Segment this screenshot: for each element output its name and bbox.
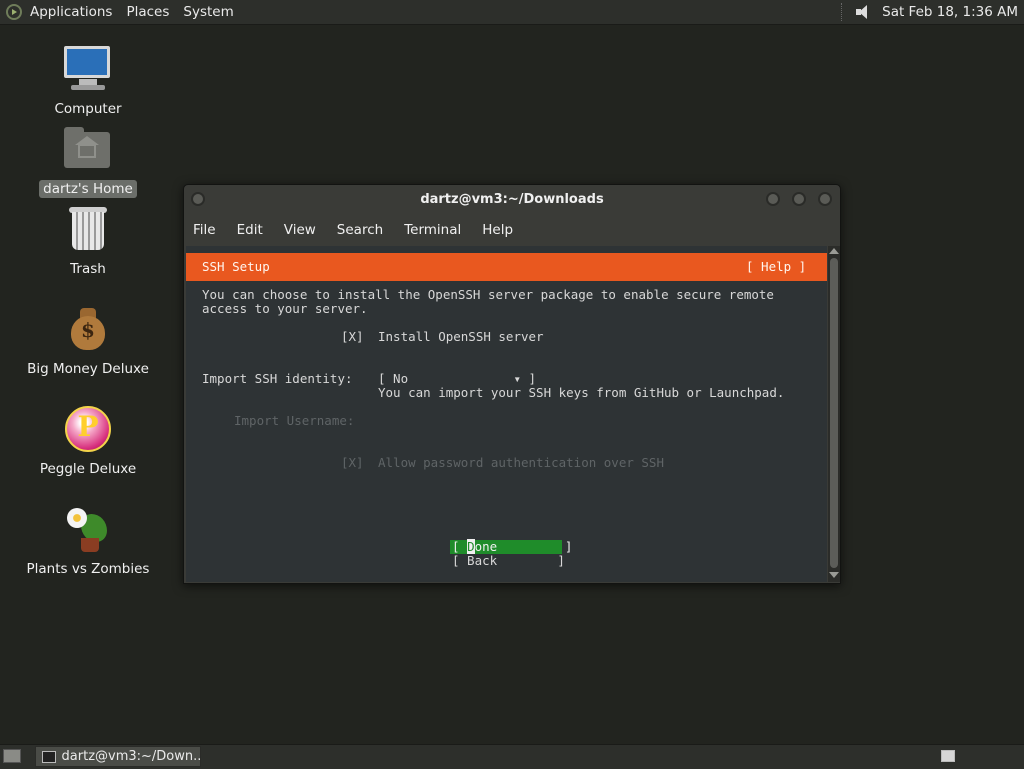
password-auth-label: Allow password authentication over SSH [378, 455, 664, 470]
menu-system[interactable]: System [183, 4, 233, 20]
terminal-icon [42, 750, 56, 763]
menu-terminal[interactable]: Terminal [404, 222, 461, 238]
done-button-text: [ Done ] [452, 539, 573, 554]
back-button[interactable]: [ Back ] [452, 554, 565, 568]
peggle-icon: P [61, 404, 115, 458]
show-desktop-icon[interactable] [3, 749, 21, 763]
taskbar-item-terminal[interactable]: dartz@vm3:~/Down... [35, 746, 201, 767]
workspace-switcher-icon[interactable] [941, 750, 955, 762]
terminal-screen[interactable]: SSH Setup [ Help ] You can choose to ins… [186, 246, 827, 582]
desktop-icon-label: dartz's Home [39, 180, 137, 198]
help-button[interactable]: [ Help ] [746, 260, 806, 274]
plants-vs-zombies-icon [61, 504, 115, 558]
intro-text-line1: You can choose to install the OpenSSH se… [202, 287, 774, 302]
desktop-icon-label: Computer [54, 101, 122, 117]
distro-logo-icon[interactable] [6, 4, 22, 20]
password-auth-checkbox: [X] [341, 455, 364, 470]
menu-applications[interactable]: Applications [30, 4, 112, 20]
desktop-icon-plants-vs-zombies[interactable]: Plants vs Zombies [18, 504, 158, 578]
install-openssh-label[interactable]: Install OpenSSH server [378, 330, 544, 344]
bottom-panel: dartz@vm3:~/Down... [0, 744, 1024, 769]
scroll-up-icon[interactable] [829, 248, 839, 254]
close-icon[interactable] [818, 192, 832, 206]
minimize-icon[interactable] [766, 192, 780, 206]
desktop-icon-label: Peggle Deluxe [39, 461, 137, 477]
install-openssh-checkbox[interactable]: [X] [341, 330, 364, 344]
top-panel: Applications Places System Sat Feb 18, 1… [0, 0, 1024, 25]
desktop-icon-big-money-deluxe[interactable]: $ Big Money Deluxe [18, 304, 158, 378]
panel-separator [841, 3, 848, 21]
desktop-icon-home[interactable]: dartz's Home [18, 124, 158, 198]
installer-title: SSH Setup [202, 259, 270, 274]
menu-view[interactable]: View [284, 222, 316, 238]
menu-help[interactable]: Help [482, 222, 513, 238]
menu-search[interactable]: Search [337, 222, 383, 238]
computer-icon [61, 44, 115, 98]
clock[interactable]: Sat Feb 18, 1:36 AM [882, 4, 1018, 20]
import-identity-label: Import SSH identity: [202, 371, 353, 386]
done-button-rest: one ] [474, 539, 573, 554]
maximize-icon[interactable] [792, 192, 806, 206]
desktop-icon-label: Plants vs Zombies [26, 561, 150, 577]
taskbar-item-label: dartz@vm3:~/Down... [61, 749, 200, 764]
import-identity-hint: You can import your SSH keys from GitHub… [378, 385, 785, 400]
import-identity-dropdown[interactable]: [ No ▾ ] [378, 372, 536, 386]
window-menubar: File Edit View Search Terminal Help [184, 217, 840, 243]
window-titlebar[interactable]: dartz@vm3:~/Downloads [184, 185, 840, 215]
money-bag-icon: $ [61, 304, 115, 358]
window-title: dartz@vm3:~/Downloads [420, 192, 604, 207]
installer-header: SSH Setup [ Help ] [186, 253, 827, 281]
scroll-down-icon[interactable] [829, 572, 839, 578]
trash-icon [61, 204, 115, 258]
terminal-window[interactable]: dartz@vm3:~/Downloads File Edit View Sea… [183, 184, 841, 584]
text-cursor: D [467, 539, 475, 554]
scrollbar-thumb[interactable] [830, 258, 838, 568]
desktop-icon-peggle-deluxe[interactable]: P Peggle Deluxe [18, 404, 158, 478]
import-username-label: Import Username: [234, 413, 355, 428]
desktop-icon-computer[interactable]: Computer [18, 44, 158, 118]
desktop-icon-trash[interactable]: Trash [18, 204, 158, 278]
desktop-icon-label: Trash [70, 261, 106, 277]
volume-icon[interactable] [854, 4, 874, 20]
done-button-prefix: [ [452, 539, 468, 554]
menu-edit[interactable]: Edit [237, 222, 263, 238]
menu-file[interactable]: File [193, 222, 216, 238]
desktop-icon-label: Big Money Deluxe [27, 361, 149, 377]
done-button[interactable]: [ Done ] [450, 539, 572, 554]
terminal-scrollbar[interactable] [828, 246, 840, 582]
menu-places[interactable]: Places [126, 4, 169, 20]
home-folder-icon [61, 124, 115, 178]
intro-text-line2: access to your server. [202, 301, 368, 316]
panel-tray: Sat Feb 18, 1:36 AM [841, 0, 1020, 24]
